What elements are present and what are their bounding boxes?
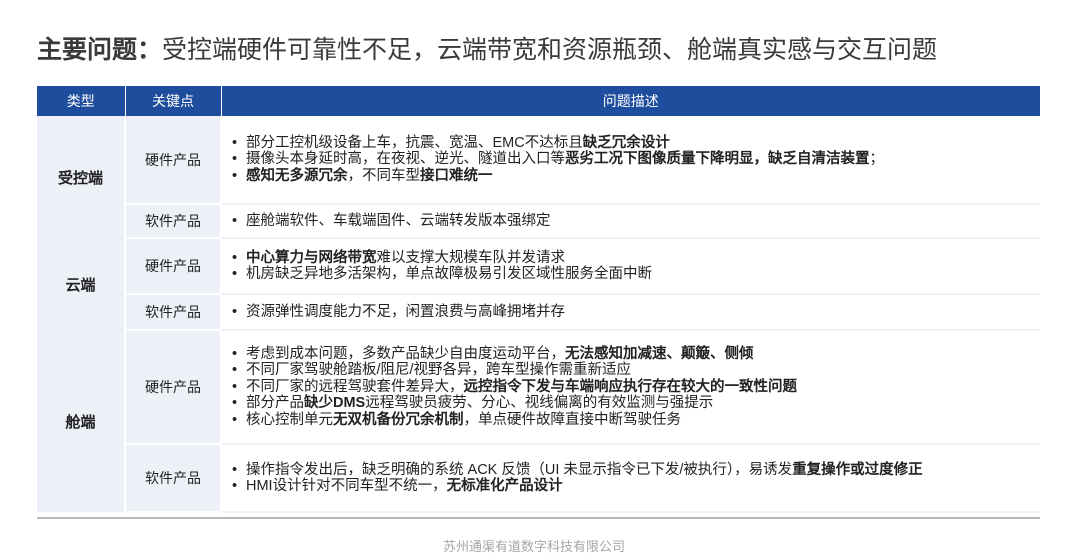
description-cell: 部分工控机级设备上车，抗震、宽温、EMC不达标且缺乏冗余设计 摄像头本身延时高，… (221, 116, 1040, 205)
key-point: 软件产品 (125, 294, 222, 331)
key-point: 硬件产品 (125, 116, 222, 205)
table-row: 舱端 硬件产品 考虑到成本问题，多数产品缺少自由度运动平台，无法感知加减速、颠簸… (37, 330, 1040, 512)
description-cell: 资源弹性调度能力不足，闲置浪费与高峰拥堵并存 (221, 294, 1040, 331)
bottom-divider (37, 517, 1040, 519)
table-row: 受控端 硬件产品 部分工控机级设备上车，抗震、宽温、EMC不达标且缺乏冗余设计 … (37, 116, 1040, 238)
description-cell: 座舱端软件、车载端固件、云端转发版本强绑定 (221, 204, 1040, 239)
list-item: 不同厂家的远程驾驶套件差异大，远控指令下发与车端响应执行存在较大的一致性问题 (230, 379, 1040, 396)
table-row: 云端 硬件产品 中心算力与网络带宽难以支撑大规模车队并发请求 机房缺乏异地多活架… (37, 238, 1040, 330)
title-rest: 受控端硬件可靠性不足，云端带宽和资源瓶颈、舱端真实感与交互问题 (162, 36, 938, 64)
list-item: 核心控制单元无双机备份冗余机制，单点硬件故障直接中断驾驶任务 (230, 412, 1040, 429)
table-row: 软件产品 座舱端软件、车载端固件、云端转发版本强绑定 (37, 204, 1040, 239)
list-item: 摄像头本身延时高，在夜视、逆光、隧道出入口等恶劣工况下图像质量下降明显，缺乏自清… (230, 151, 1040, 168)
list-item: 操作指令发出后，缺乏明确的系统 ACK 反馈（UI 未显示指令已下发/被执行），… (230, 462, 1040, 479)
list-item: HMI设计针对不同车型不统一，无标准化产品设计 (230, 478, 1040, 495)
category-controlled: 受控端 (37, 116, 126, 238)
list-item: 感知无多源冗余，不同车型接口难统一 (230, 168, 1040, 185)
description-cell: 考虑到成本问题，多数产品缺少自由度运动平台，无法感知加减速、颠簸、侧倾 不同厂家… (221, 330, 1040, 445)
table-row: 软件产品 资源弹性调度能力不足，闲置浪费与高峰拥堵并存 (37, 294, 1040, 331)
list-item: 不同厂家驾驶舱踏板/阻尼/视野各异，跨车型操作需重新适应 (230, 362, 1040, 379)
header-type: 类型 (37, 86, 126, 116)
key-point: 软件产品 (125, 204, 222, 239)
key-point: 硬件产品 (125, 330, 222, 445)
header-desc: 问题描述 (221, 86, 1040, 116)
list-item: 中心算力与网络带宽难以支撑大规模车队并发请求 (230, 250, 1040, 267)
description-cell: 中心算力与网络带宽难以支撑大规模车队并发请求 机房缺乏异地多活架构，单点故障极易… (221, 238, 1040, 295)
list-item: 部分产品缺少DMS远程驾驶员疲劳、分心、视线偏离的有效监测与强提示 (230, 395, 1040, 412)
page-title: 主要问题：受控端硬件可靠性不足，云端带宽和资源瓶颈、舱端真实感与交互问题 (37, 34, 1037, 66)
header-key: 关键点 (125, 86, 222, 116)
key-point: 硬件产品 (125, 238, 222, 295)
key-point: 软件产品 (125, 444, 222, 513)
title-lead: 主要问题： (37, 36, 163, 64)
table-header-row: 类型 关键点 问题描述 (37, 86, 1040, 116)
list-item: 考虑到成本问题，多数产品缺少自由度运动平台，无法感知加减速、颠簸、侧倾 (230, 346, 1040, 363)
list-item: 资源弹性调度能力不足，闲置浪费与高峰拥堵并存 (230, 304, 1040, 321)
slide: 主要问题：受控端硬件可靠性不足，云端带宽和资源瓶颈、舱端真实感与交互问题 类型 … (0, 0, 1068, 560)
list-item: 机房缺乏异地多活架构，单点故障极易引发区域性服务全面中断 (230, 266, 1040, 283)
list-item: 座舱端软件、车载端固件、云端转发版本强绑定 (230, 213, 1040, 230)
description-cell: 操作指令发出后，缺乏明确的系统 ACK 反馈（UI 未显示指令已下发/被执行），… (221, 444, 1040, 513)
problem-table: 类型 关键点 问题描述 受控端 硬件产品 部分工控机级设备上车，抗震、宽温、EM… (37, 86, 1040, 513)
table-row: 软件产品 操作指令发出后，缺乏明确的系统 ACK 反馈（UI 未显示指令已下发/… (37, 444, 1040, 513)
list-item: 部分工控机级设备上车，抗震、宽温、EMC不达标且缺乏冗余设计 (230, 135, 1040, 152)
category-cabin: 舱端 (37, 330, 126, 512)
category-cloud: 云端 (37, 238, 126, 330)
footer-company: 苏州通渠有道数字科技有限公司 (442, 539, 625, 554)
